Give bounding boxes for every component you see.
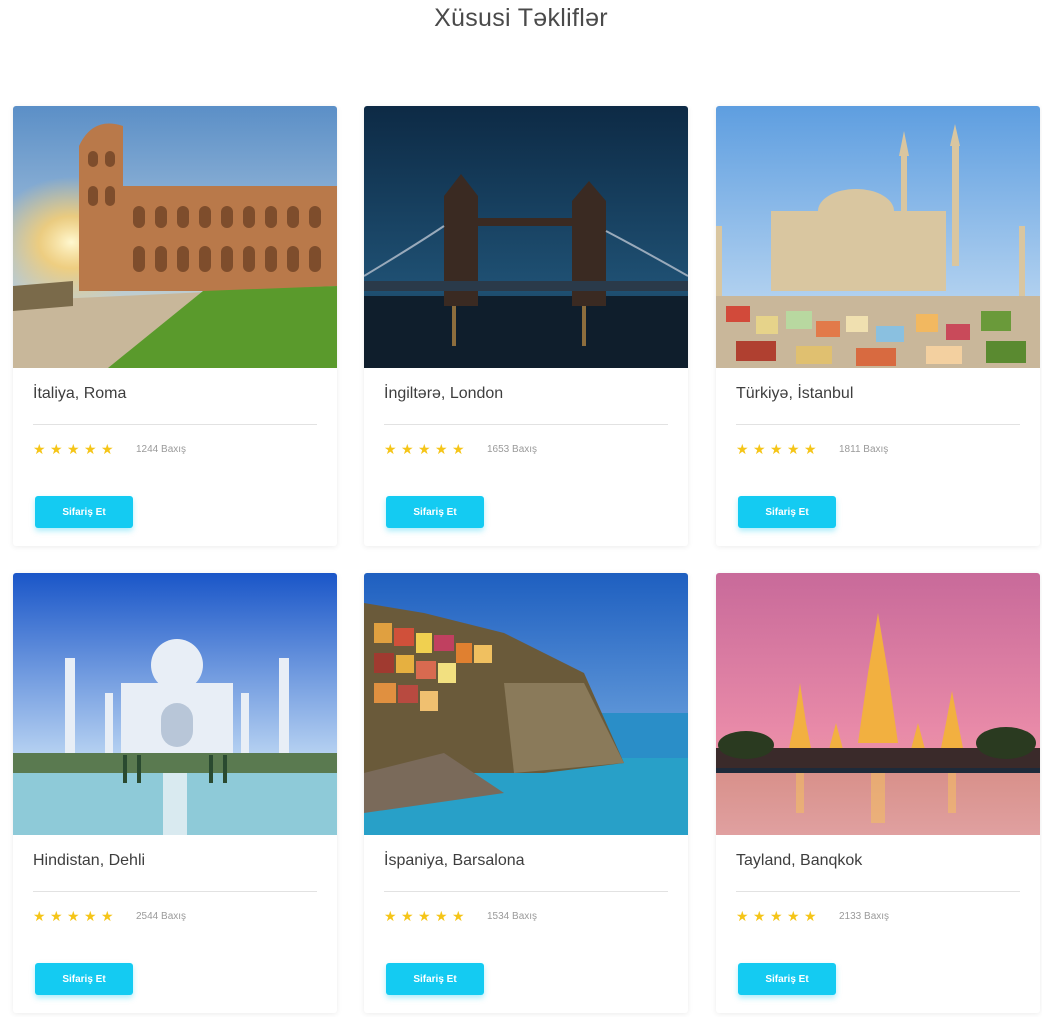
offer-card[interactable]: Türkiyə, İstanbul ★ ★ ★ ★ ★ 1811 Baxış S… — [716, 106, 1040, 546]
star-icon: ★ — [50, 908, 63, 924]
star-rating: ★ ★ ★ ★ ★ — [33, 909, 115, 923]
star-icon: ★ — [101, 908, 114, 924]
mosque-image[interactable] — [716, 106, 1040, 368]
offer-card[interactable]: Tayland, Banqkok ★ ★ ★ ★ ★ 2133 Baxış Si… — [716, 573, 1040, 1013]
tower-bridge-image[interactable] — [364, 106, 688, 368]
special-offers-page: Xüsusi Təkliflər İtaliya, Roma ★ ★ ★ ★ ★… — [0, 0, 1042, 1017]
star-icon: ★ — [33, 441, 46, 457]
divider — [384, 891, 668, 892]
star-icon: ★ — [84, 441, 97, 457]
order-button[interactable]: Sifariş Et — [738, 496, 836, 528]
destination-name: Hindistan, Dehli — [33, 852, 146, 869]
temple-image[interactable] — [716, 573, 1040, 835]
star-icon: ★ — [418, 441, 431, 457]
star-rating: ★ ★ ★ ★ ★ — [384, 909, 466, 923]
star-rating: ★ ★ ★ ★ ★ — [33, 442, 115, 456]
star-rating: ★ ★ ★ ★ ★ — [384, 442, 466, 456]
review-count: 2133 Baxış — [839, 911, 890, 922]
order-button[interactable]: Sifariş Et — [35, 496, 133, 528]
offers-grid: İtaliya, Roma ★ ★ ★ ★ ★ 1244 Baxış Sifar… — [0, 0, 1042, 1017]
review-count: 1244 Baxış — [136, 444, 187, 455]
star-icon: ★ — [33, 908, 46, 924]
star-icon: ★ — [753, 441, 766, 457]
coastal-village-image[interactable] — [364, 573, 688, 835]
review-count: 2544 Baxış — [136, 911, 187, 922]
star-rating: ★ ★ ★ ★ ★ — [736, 909, 818, 923]
destination-name: Tayland, Banqkok — [736, 852, 863, 869]
destination-name: Türkiyə, İstanbul — [736, 385, 854, 402]
star-icon: ★ — [84, 908, 97, 924]
destination-name: İtaliya, Roma — [33, 385, 127, 402]
taj-mahal-image[interactable] — [13, 573, 337, 835]
colosseum-image[interactable] — [13, 106, 337, 368]
star-icon: ★ — [804, 441, 817, 457]
offer-card[interactable]: İspaniya, Barsalona ★ ★ ★ ★ ★ 1534 Baxış… — [364, 573, 688, 1013]
review-count: 1534 Baxış — [487, 911, 538, 922]
offer-card[interactable]: İngiltərə, London ★ ★ ★ ★ ★ 1653 Baxış S… — [364, 106, 688, 546]
star-icon: ★ — [401, 441, 414, 457]
divider — [33, 424, 317, 425]
star-icon: ★ — [452, 441, 465, 457]
star-icon: ★ — [384, 441, 397, 457]
star-icon: ★ — [435, 441, 448, 457]
star-icon: ★ — [384, 908, 397, 924]
destination-name: İspaniya, Barsalona — [384, 852, 525, 869]
order-button[interactable]: Sifariş Et — [738, 963, 836, 995]
divider — [384, 424, 668, 425]
offer-card[interactable]: Hindistan, Dehli ★ ★ ★ ★ ★ 2544 Baxış Si… — [13, 573, 337, 1013]
divider — [736, 424, 1020, 425]
star-icon: ★ — [753, 908, 766, 924]
star-icon: ★ — [770, 441, 783, 457]
star-icon: ★ — [435, 908, 448, 924]
star-icon: ★ — [452, 908, 465, 924]
star-icon: ★ — [736, 908, 749, 924]
star-rating: ★ ★ ★ ★ ★ — [736, 442, 818, 456]
offer-card[interactable]: İtaliya, Roma ★ ★ ★ ★ ★ 1244 Baxış Sifar… — [13, 106, 337, 546]
star-icon: ★ — [770, 908, 783, 924]
star-icon: ★ — [401, 908, 414, 924]
review-count: 1653 Baxış — [487, 444, 538, 455]
order-button[interactable]: Sifariş Et — [386, 963, 484, 995]
order-button[interactable]: Sifariş Et — [35, 963, 133, 995]
review-count: 1811 Baxış — [839, 444, 889, 455]
star-icon: ★ — [804, 908, 817, 924]
star-icon: ★ — [787, 441, 800, 457]
star-icon: ★ — [787, 908, 800, 924]
divider — [33, 891, 317, 892]
star-icon: ★ — [736, 441, 749, 457]
star-icon: ★ — [50, 441, 63, 457]
divider — [736, 891, 1020, 892]
destination-name: İngiltərə, London — [384, 385, 504, 402]
star-icon: ★ — [67, 908, 80, 924]
star-icon: ★ — [101, 441, 114, 457]
star-icon: ★ — [67, 441, 80, 457]
order-button[interactable]: Sifariş Et — [386, 496, 484, 528]
star-icon: ★ — [418, 908, 431, 924]
